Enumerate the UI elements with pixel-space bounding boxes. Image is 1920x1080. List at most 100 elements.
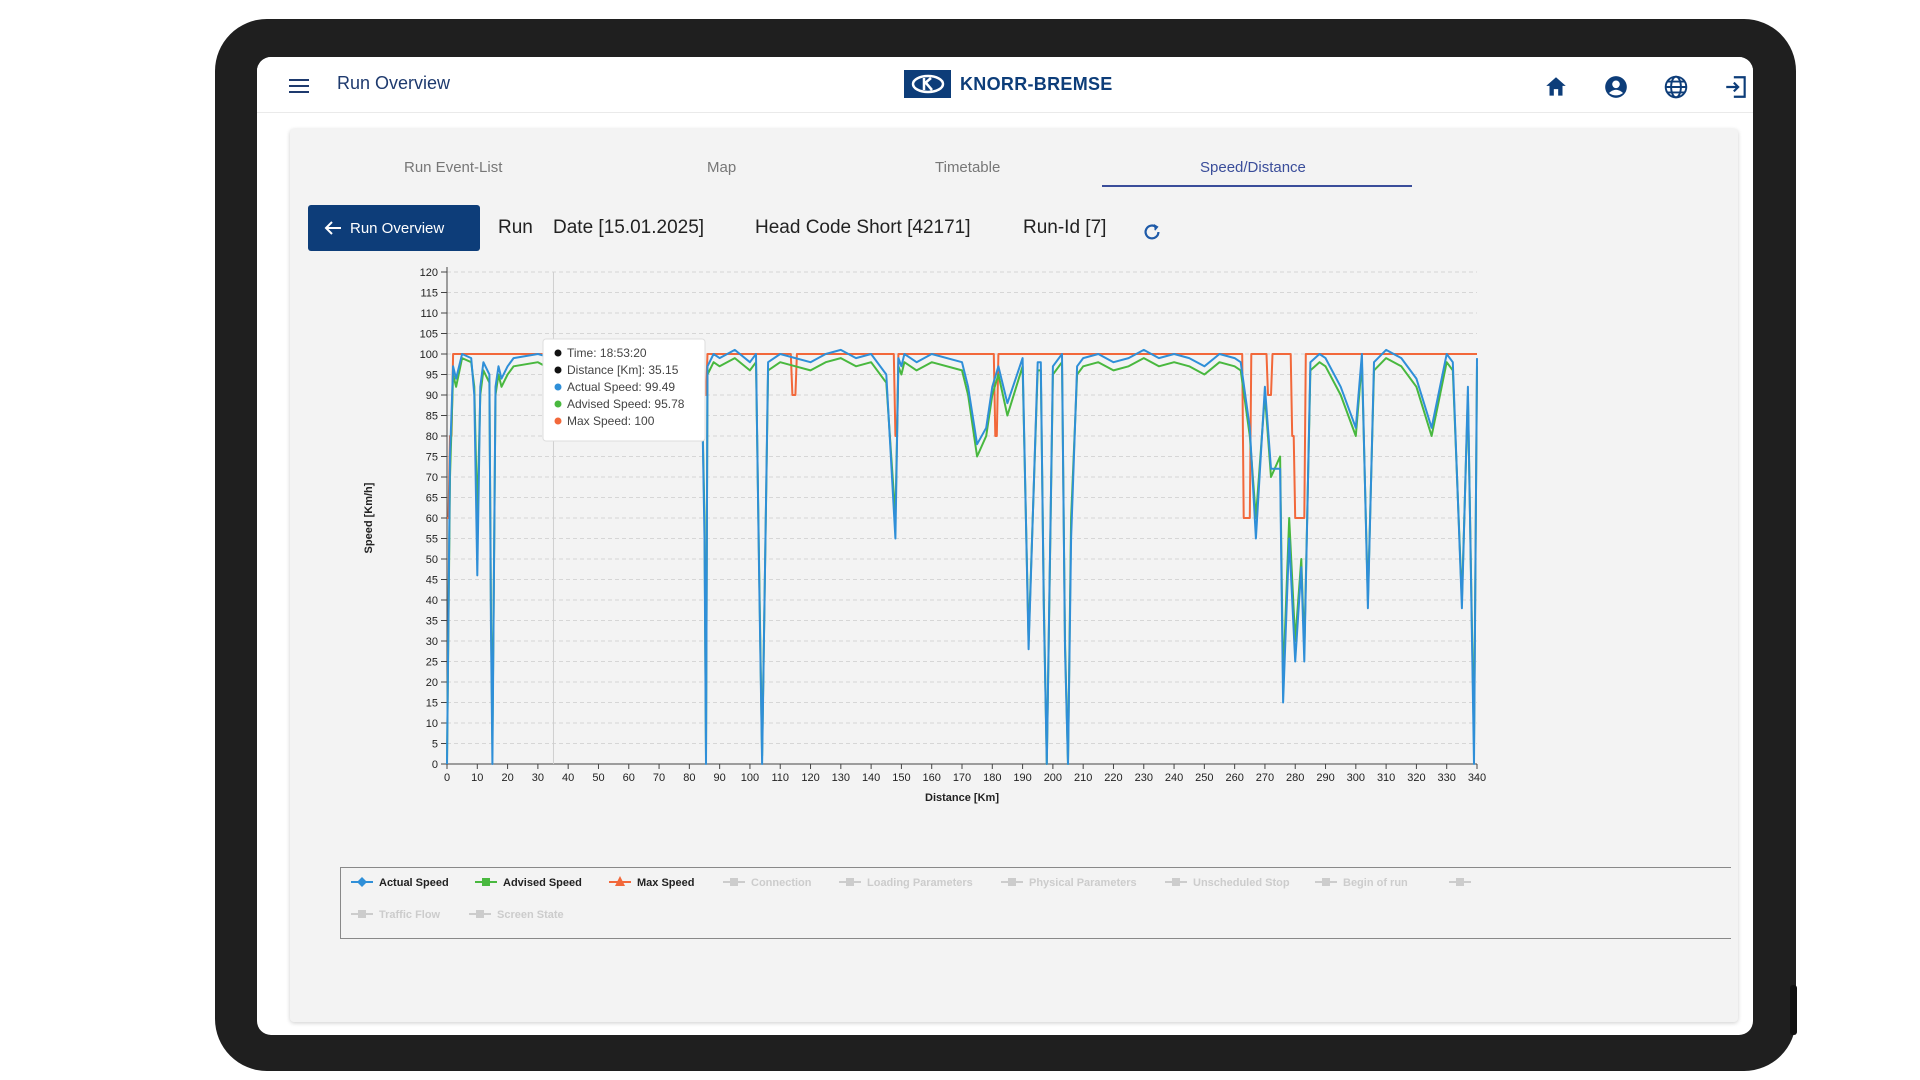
- legend-label[interactable]: Physical Parameters: [1029, 877, 1137, 889]
- y-tick-label: 10: [426, 718, 438, 730]
- x-tick-label: 180: [983, 772, 1001, 784]
- x-tick-label: 80: [683, 772, 695, 784]
- y-tick-label: 40: [426, 595, 438, 607]
- chart-legend: Actual Speed Advised Speed Max Speed Connec…: [340, 867, 1731, 939]
- y-tick-label: 60: [426, 513, 438, 525]
- x-tick-label: 0: [444, 772, 450, 784]
- y-tick-label: 100: [420, 349, 438, 361]
- y-tick-label: 75: [426, 452, 438, 464]
- y-tick-label: 110: [420, 308, 438, 320]
- x-tick-label: 40: [562, 772, 574, 784]
- legend-marker-square: [482, 878, 490, 886]
- x-tick-label: 30: [532, 772, 544, 784]
- x-tick-label: 60: [623, 772, 635, 784]
- x-tick-label: 320: [1407, 772, 1425, 784]
- app-header: Run Overview KNORR-BREMSE: [257, 57, 1753, 113]
- legend-marker-square: [1456, 878, 1464, 886]
- legend-marker-diamond: [357, 877, 367, 887]
- y-tick-label: 120: [420, 267, 438, 279]
- tooltip-distance: Distance [Km]: 35.15: [567, 363, 679, 377]
- x-tick-label: 300: [1347, 772, 1365, 784]
- app-screen: Run Overview KNORR-BREMSE Run Event-List…: [257, 57, 1753, 1035]
- x-tick-label: 270: [1256, 772, 1274, 784]
- y-tick-label: 5: [432, 739, 438, 751]
- legend-label[interactable]: Advised Speed: [503, 877, 582, 889]
- x-axis-label: Distance [Km]: [925, 792, 999, 804]
- x-tick-label: 90: [714, 772, 726, 784]
- x-tick-label: 340: [1468, 772, 1486, 784]
- y-tick-label: 20: [426, 677, 438, 689]
- x-tick-label: 130: [832, 772, 850, 784]
- y-tick-label: 80: [426, 431, 438, 443]
- tooltip-time: Time: 18:53:20: [567, 346, 647, 360]
- legend-label[interactable]: Connection: [751, 877, 812, 889]
- x-tick-label: 200: [1044, 772, 1062, 784]
- legend-marker-square: [1172, 878, 1180, 886]
- tooltip-advised-speed: Advised Speed: 95.78: [567, 397, 685, 411]
- x-tick-label: 10: [471, 772, 483, 784]
- y-tick-label: 25: [426, 657, 438, 669]
- legend-label[interactable]: Loading Parameters: [867, 877, 973, 889]
- tooltip-dot: [554, 349, 562, 357]
- x-tick-label: 290: [1316, 772, 1334, 784]
- legend-items: Actual Speed Advised Speed Max Speed Connec…: [351, 876, 1471, 921]
- legend-label[interactable]: Unscheduled Stop: [1193, 877, 1290, 889]
- legend-marker-square: [1008, 878, 1016, 886]
- legend-marker-square: [1322, 878, 1330, 886]
- x-tick-label: 160: [923, 772, 941, 784]
- x-tick-label: 310: [1377, 772, 1395, 784]
- y-tick-label: 105: [420, 329, 438, 341]
- tooltip-dot: [554, 366, 562, 374]
- legend-label[interactable]: Traffic Flow: [379, 909, 441, 921]
- home-icon[interactable]: [1543, 74, 1569, 100]
- x-tick-label: 110: [771, 772, 789, 784]
- x-tick-label: 190: [1013, 772, 1031, 784]
- logout-icon[interactable]: [1723, 74, 1749, 100]
- y-axis-label: Speed [Km/h]: [363, 482, 375, 553]
- x-tick-label: 230: [1135, 772, 1153, 784]
- x-tick-label: 20: [501, 772, 513, 784]
- x-tick-label: 140: [862, 772, 880, 784]
- tooltip-max-speed: Max Speed: 100: [567, 414, 655, 428]
- legend-label[interactable]: Screen State: [497, 909, 564, 921]
- y-tick-label: 70: [426, 472, 438, 484]
- logo-badge-icon: [904, 70, 951, 98]
- tablet-side-button-right: [1790, 985, 1797, 1035]
- y-tick-label: 85: [426, 411, 438, 423]
- x-tick-label: 210: [1074, 772, 1092, 784]
- speed-distance-chart: 0 5 10 15 20 25 30 35 40 45 50 55 60 65 70 75 80 85 90 95 10…: [363, 267, 1486, 804]
- y-tick-label: 15: [426, 698, 438, 710]
- y-tick-label: 35: [426, 616, 438, 628]
- x-tick-label: 100: [741, 772, 759, 784]
- x-tick-label: 240: [1165, 772, 1183, 784]
- x-tick-label: 120: [801, 772, 819, 784]
- x-tick-label: 330: [1438, 772, 1456, 784]
- page-title: Run Overview: [337, 73, 451, 93]
- knorr-bremse-logo: KNORR-BREMSE: [904, 70, 1113, 98]
- y-tick-label: 55: [426, 534, 438, 546]
- legend-label[interactable]: Actual Speed: [379, 877, 449, 889]
- tooltip-dot: [554, 400, 562, 408]
- x-tick-label: 150: [892, 772, 910, 784]
- x-tick-label: 220: [1104, 772, 1122, 784]
- legend-marker-square: [846, 878, 854, 886]
- user-account-icon[interactable]: [1603, 74, 1629, 100]
- language-globe-icon[interactable]: [1663, 74, 1689, 100]
- tooltip-actual-speed: Actual Speed: 99.49: [567, 380, 675, 394]
- hamburger-menu-icon[interactable]: [289, 79, 309, 93]
- y-tick-label: 90: [426, 390, 438, 402]
- legend-marker-square: [358, 910, 366, 918]
- tooltip-dot: [554, 417, 562, 425]
- legend-label[interactable]: Begin of run: [1343, 877, 1408, 889]
- y-tick-label: 65: [426, 493, 438, 505]
- content-card: Run Event-List Map Timetable Speed/Dista…: [290, 129, 1738, 1022]
- tooltip-dot: [554, 383, 562, 391]
- x-tick-label: 170: [953, 772, 971, 784]
- x-tick-label: 260: [1225, 772, 1243, 784]
- x-tick-label: 50: [592, 772, 604, 784]
- y-tick-label: 95: [426, 370, 438, 382]
- legend-label[interactable]: Max Speed: [637, 877, 694, 889]
- y-tick-label: 45: [426, 575, 438, 587]
- x-tick-label: 280: [1286, 772, 1304, 784]
- x-tick-label: 70: [653, 772, 665, 784]
